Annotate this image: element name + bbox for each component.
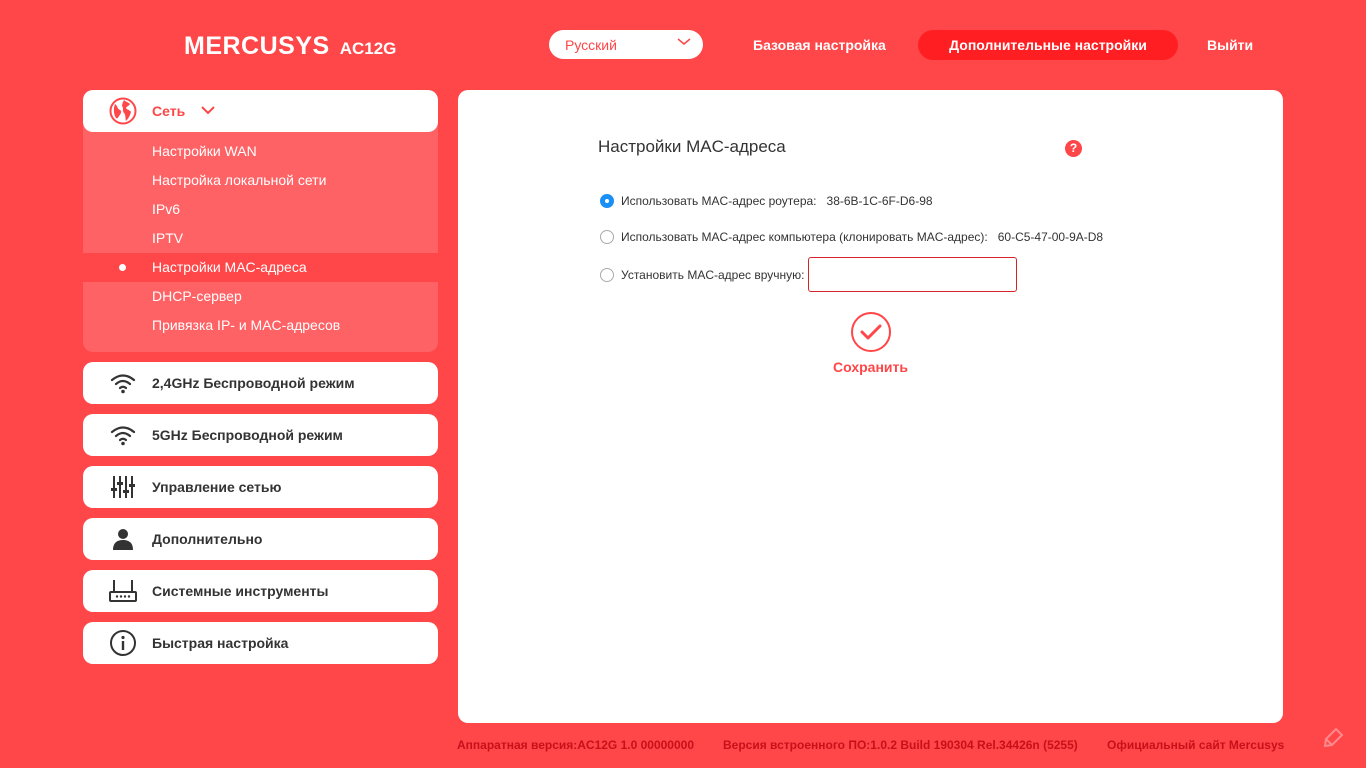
- language-select[interactable]: Русский: [549, 30, 703, 59]
- sidebar-item-label: Сеть: [152, 103, 186, 119]
- logout-button[interactable]: Выйти: [1207, 30, 1253, 60]
- chevron-down-icon: [677, 38, 691, 45]
- sidebar-group-network: Сеть Настройки WAN Настройка локальной с…: [83, 90, 438, 352]
- submenu-mac-settings[interactable]: Настройки MAC-адреса: [83, 253, 438, 282]
- submenu-label: DHCP-сервер: [152, 288, 242, 304]
- sidebar: Сеть Настройки WAN Настройка локальной с…: [83, 90, 438, 674]
- language-value: Русский: [565, 36, 617, 53]
- submenu-label: IPv6: [152, 201, 181, 217]
- active-dot-icon: [119, 264, 126, 271]
- official-site-link[interactable]: Официальный сайт Mercusys: [1107, 738, 1284, 752]
- option-router-mac[interactable]: Использовать MAC-адрес роутера: 38-6B-1C…: [600, 194, 933, 208]
- sidebar-item-wireless-5[interactable]: 5GHz Беспроводной режим: [83, 414, 438, 456]
- nav-advanced-settings[interactable]: Дополнительные настройки: [918, 30, 1178, 60]
- router-icon: [109, 580, 137, 602]
- computer-mac-value: 60-C5-47-00-9A-D8: [997, 230, 1104, 244]
- save-label: Сохранить: [833, 359, 908, 375]
- sidebar-item-label: 2,4GHz Беспроводной режим: [152, 375, 355, 391]
- brand-name: MERCUSYS: [184, 32, 330, 60]
- checkmark-icon: [860, 324, 881, 340]
- submenu-dhcp[interactable]: DHCP-сервер: [83, 282, 438, 311]
- firmware-version: Версия встроенного ПО:1.0.2 Build 190304…: [723, 738, 1078, 752]
- option-clone-mac[interactable]: Использовать MAC-адрес компьютера (клони…: [600, 230, 1103, 244]
- save-circle: [850, 312, 891, 352]
- radio-router-mac[interactable]: [600, 194, 614, 208]
- option-label: Использовать MAC-адрес роутера:: [621, 194, 817, 208]
- submenu-wan[interactable]: Настройки WAN: [83, 137, 438, 166]
- pencil-icon[interactable]: [1322, 725, 1346, 749]
- option-manual-mac[interactable]: Установить MAC-адрес вручную:: [600, 257, 1018, 292]
- sliders-icon: [111, 476, 135, 498]
- wifi-icon: [110, 374, 136, 394]
- option-label: Установить MAC-адрес вручную:: [621, 267, 805, 282]
- submenu-lan[interactable]: Настройка локальной сети: [83, 166, 438, 195]
- sidebar-item-label: Дополнительно: [152, 531, 263, 547]
- submenu-iptv[interactable]: IPTV: [83, 224, 438, 253]
- nav-basic-settings[interactable]: Базовая настройка: [753, 30, 886, 60]
- user-icon: [113, 529, 133, 550]
- globe-icon: [109, 97, 137, 125]
- sidebar-item-label: 5GHz Беспроводной режим: [152, 427, 343, 443]
- sidebar-item-label: Управление сетью: [152, 479, 282, 495]
- hardware-version: Аппаратная версия:AC12G 1.0 00000000: [457, 738, 694, 752]
- submenu-ip-mac-binding[interactable]: Привязка IP- и MAC-адресов: [83, 311, 438, 340]
- sidebar-item-advanced[interactable]: Дополнительно: [83, 518, 438, 560]
- save-button[interactable]: Сохранить: [833, 312, 908, 375]
- sidebar-item-network-control[interactable]: Управление сетью: [83, 466, 438, 508]
- help-icon[interactable]: ?: [1065, 140, 1082, 157]
- sidebar-item-network[interactable]: Сеть: [83, 90, 438, 132]
- sidebar-item-label: Системные инструменты: [152, 583, 329, 599]
- submenu-label: IPTV: [152, 230, 184, 246]
- submenu-label: Настройки WAN: [152, 143, 257, 159]
- page-title: Настройки MAC-адреса: [598, 137, 786, 156]
- radio-manual-mac[interactable]: [600, 267, 614, 282]
- sidebar-item-label: Быстрая настройка: [152, 635, 289, 651]
- submenu-label: Настройка локальной сети: [152, 172, 327, 188]
- router-mac-value: 38-6B-1C-6F-D6-98: [826, 194, 933, 208]
- option-label: Использовать MAC-адрес компьютера (клони…: [621, 230, 988, 244]
- wifi-icon: [110, 426, 136, 446]
- chevron-down-icon: [201, 106, 215, 115]
- submenu-label: Настройки MAC-адреса: [152, 259, 307, 275]
- model-name: AC12G: [339, 39, 397, 58]
- sidebar-item-wireless-24[interactable]: 2,4GHz Беспроводной режим: [83, 362, 438, 404]
- radio-clone-mac[interactable]: [600, 230, 614, 244]
- submenu-ipv6[interactable]: IPv6: [83, 195, 438, 224]
- brand-logo: MERCUSYS AC12G: [184, 32, 396, 61]
- sidebar-item-system-tools[interactable]: Системные инструменты: [83, 570, 438, 612]
- info-icon: [110, 630, 136, 656]
- sidebar-item-quick-setup[interactable]: Быстрая настройка: [83, 622, 438, 664]
- submenu-label: Привязка IP- и MAC-адресов: [152, 317, 341, 333]
- manual-mac-input[interactable]: [808, 257, 1018, 292]
- main-panel: Настройки MAC-адреса ? Использовать MAC-…: [458, 90, 1283, 723]
